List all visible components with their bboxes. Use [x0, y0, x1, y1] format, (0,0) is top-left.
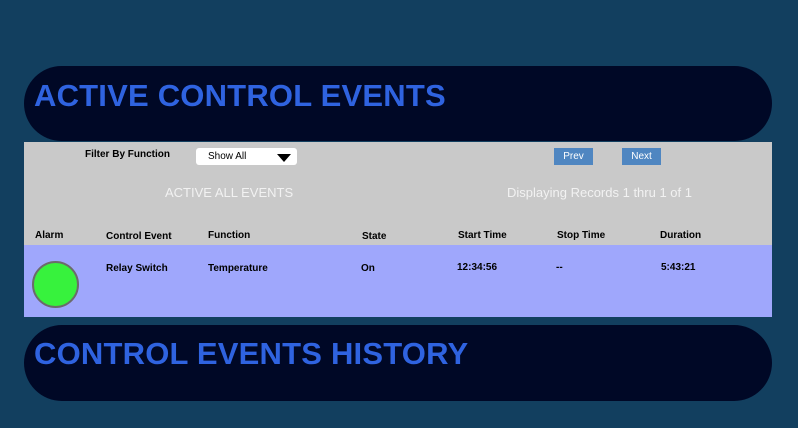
cell-control-event: Relay Switch [106, 263, 168, 274]
active-events-title: ACTIVE CONTROL EVENTS [34, 78, 446, 113]
column-header-function: Function [208, 230, 251, 241]
active-events-banner: ACTIVE CONTROL EVENTS [24, 66, 772, 141]
function-filter-value: Show All [208, 151, 247, 162]
records-info: Displaying Records 1 thru 1 of 1 [507, 185, 692, 200]
cell-duration: 5:43:21 [661, 262, 696, 273]
column-header-alarm: Alarm [35, 230, 64, 241]
column-header-duration: Duration [660, 230, 702, 241]
column-header-stop-time: Stop Time [557, 230, 606, 241]
events-heading: ACTIVE ALL EVENTS [165, 185, 294, 200]
prev-button[interactable]: Prev [554, 148, 593, 165]
history-events-banner: CONTROL EVENTS HISTORY [24, 325, 772, 401]
table-row[interactable]: Relay Switch Temperature On 12:34:56 -- … [24, 245, 772, 317]
alarm-status-icon [32, 261, 79, 308]
cell-start-time: 12:34:56 [457, 262, 498, 273]
next-button[interactable]: Next [622, 148, 661, 165]
chevron-down-icon [277, 154, 291, 162]
active-events-panel: Filter By Function Show All Prev Next AC… [24, 142, 772, 317]
history-events-title: CONTROL EVENTS HISTORY [34, 336, 469, 371]
cell-state: On [361, 263, 375, 274]
column-header-control-event: Control Event [106, 231, 172, 242]
column-header-start-time: Start Time [458, 230, 507, 241]
cell-stop-time: -- [556, 262, 563, 273]
cell-function: Temperature [208, 263, 268, 274]
column-header-state: State [362, 231, 387, 242]
function-filter-select[interactable]: Show All [196, 148, 297, 165]
filter-label: Filter By Function [85, 149, 170, 160]
